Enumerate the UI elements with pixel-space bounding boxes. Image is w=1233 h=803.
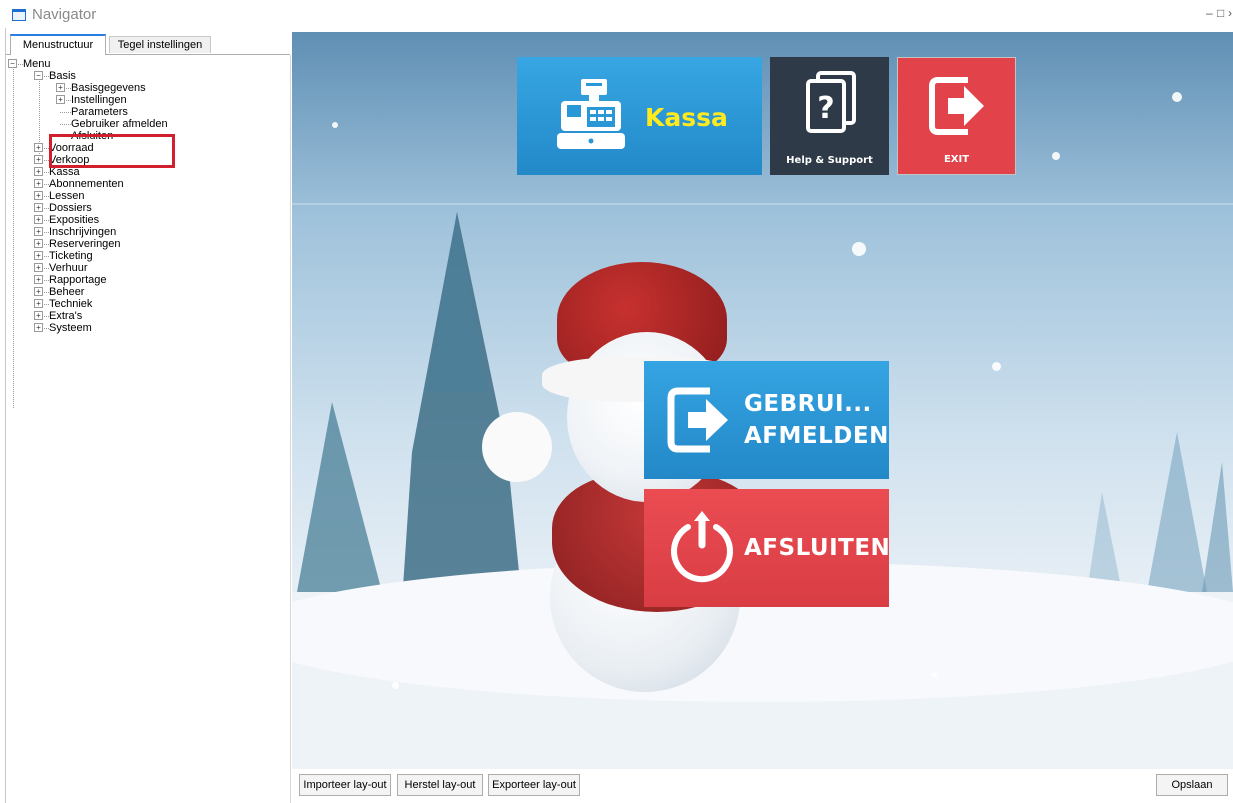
tile-exit-label: EXIT: [943, 154, 970, 165]
minimize-icon[interactable]: –: [1206, 6, 1213, 20]
snowman-pompom: [482, 412, 552, 482]
expand-icon[interactable]: +: [34, 155, 43, 164]
expand-icon[interactable]: +: [34, 299, 43, 308]
expand-icon[interactable]: +: [34, 143, 43, 152]
snowflake: [992, 362, 1001, 371]
expand-icon[interactable]: +: [34, 239, 43, 248]
svg-text:?: ?: [817, 91, 834, 126]
collapse-icon[interactable]: −: [34, 71, 43, 80]
highlight-box: [49, 134, 175, 168]
expand-icon[interactable]: +: [34, 263, 43, 272]
bottom-toolbar: Importeer lay-out Herstel lay-out Export…: [292, 769, 1233, 803]
expand-icon[interactable]: +: [34, 251, 43, 260]
reset-layout-button[interactable]: Herstel lay-out: [397, 774, 483, 796]
window-title: Navigator: [32, 6, 97, 23]
tab-tegel-instellingen[interactable]: Tegel instellingen: [109, 36, 211, 53]
save-button[interactable]: Opslaan: [1156, 774, 1228, 796]
help-documents-icon: ?: [806, 71, 856, 133]
window-icon: [12, 9, 26, 21]
snowflake: [332, 122, 338, 128]
tab-strip: Menustructuur Tegel instellingen: [6, 34, 290, 55]
tree-guide: [13, 64, 14, 408]
exit-door-icon: [929, 77, 984, 135]
export-layout-button[interactable]: Exporteer lay-out: [488, 774, 580, 796]
snowflake: [392, 682, 399, 689]
expand-icon[interactable]: +: [56, 95, 65, 104]
maximize-icon[interactable]: □: [1217, 6, 1224, 20]
expand-icon[interactable]: +: [34, 215, 43, 224]
import-layout-button[interactable]: Importeer lay-out: [299, 774, 391, 796]
tile-afsluiten[interactable]: AFSLUITEN: [644, 489, 889, 607]
expand-icon[interactable]: +: [34, 179, 43, 188]
tile-kassa-label: Kassa: [645, 103, 728, 132]
title-bar: Navigator – □ ›: [0, 0, 1233, 28]
tile-canvas: Kassa ? Help & Support EXIT GEBRUI... AF…: [292, 32, 1233, 769]
tile-help-label: Help & Support: [786, 155, 873, 166]
expand-icon[interactable]: +: [34, 311, 43, 320]
expand-icon[interactable]: +: [34, 275, 43, 284]
tile-exit[interactable]: EXIT: [897, 57, 1016, 175]
expand-icon[interactable]: +: [34, 323, 43, 332]
collapse-icon[interactable]: −: [8, 59, 17, 68]
power-icon: [671, 511, 733, 583]
tile-gebruiker-afmelden[interactable]: GEBRUI... AFMELDEN: [644, 361, 889, 479]
snowflake: [1052, 152, 1060, 160]
tile-afsluiten-label: AFSLUITEN: [744, 535, 889, 561]
expand-icon[interactable]: +: [34, 203, 43, 212]
tile-logout-line2: AFMELDEN: [744, 423, 889, 449]
tile-kassa[interactable]: Kassa: [517, 57, 762, 175]
expand-icon[interactable]: +: [34, 191, 43, 200]
expand-icon[interactable]: +: [34, 227, 43, 236]
close-icon[interactable]: ›: [1228, 6, 1232, 20]
expand-icon[interactable]: +: [34, 167, 43, 176]
snowflake: [1172, 92, 1182, 102]
expand-icon[interactable]: +: [56, 83, 65, 92]
snowflake: [932, 672, 937, 677]
tile-logout-line1: GEBRUI...: [744, 391, 872, 417]
cash-register-icon: [557, 79, 625, 149]
tile-help-support[interactable]: ? Help & Support: [770, 57, 889, 175]
logout-door-icon: [667, 387, 728, 453]
snowflake: [852, 242, 866, 256]
expand-icon[interactable]: +: [34, 287, 43, 296]
tab-menustructuur[interactable]: Menustructuur: [10, 34, 106, 55]
